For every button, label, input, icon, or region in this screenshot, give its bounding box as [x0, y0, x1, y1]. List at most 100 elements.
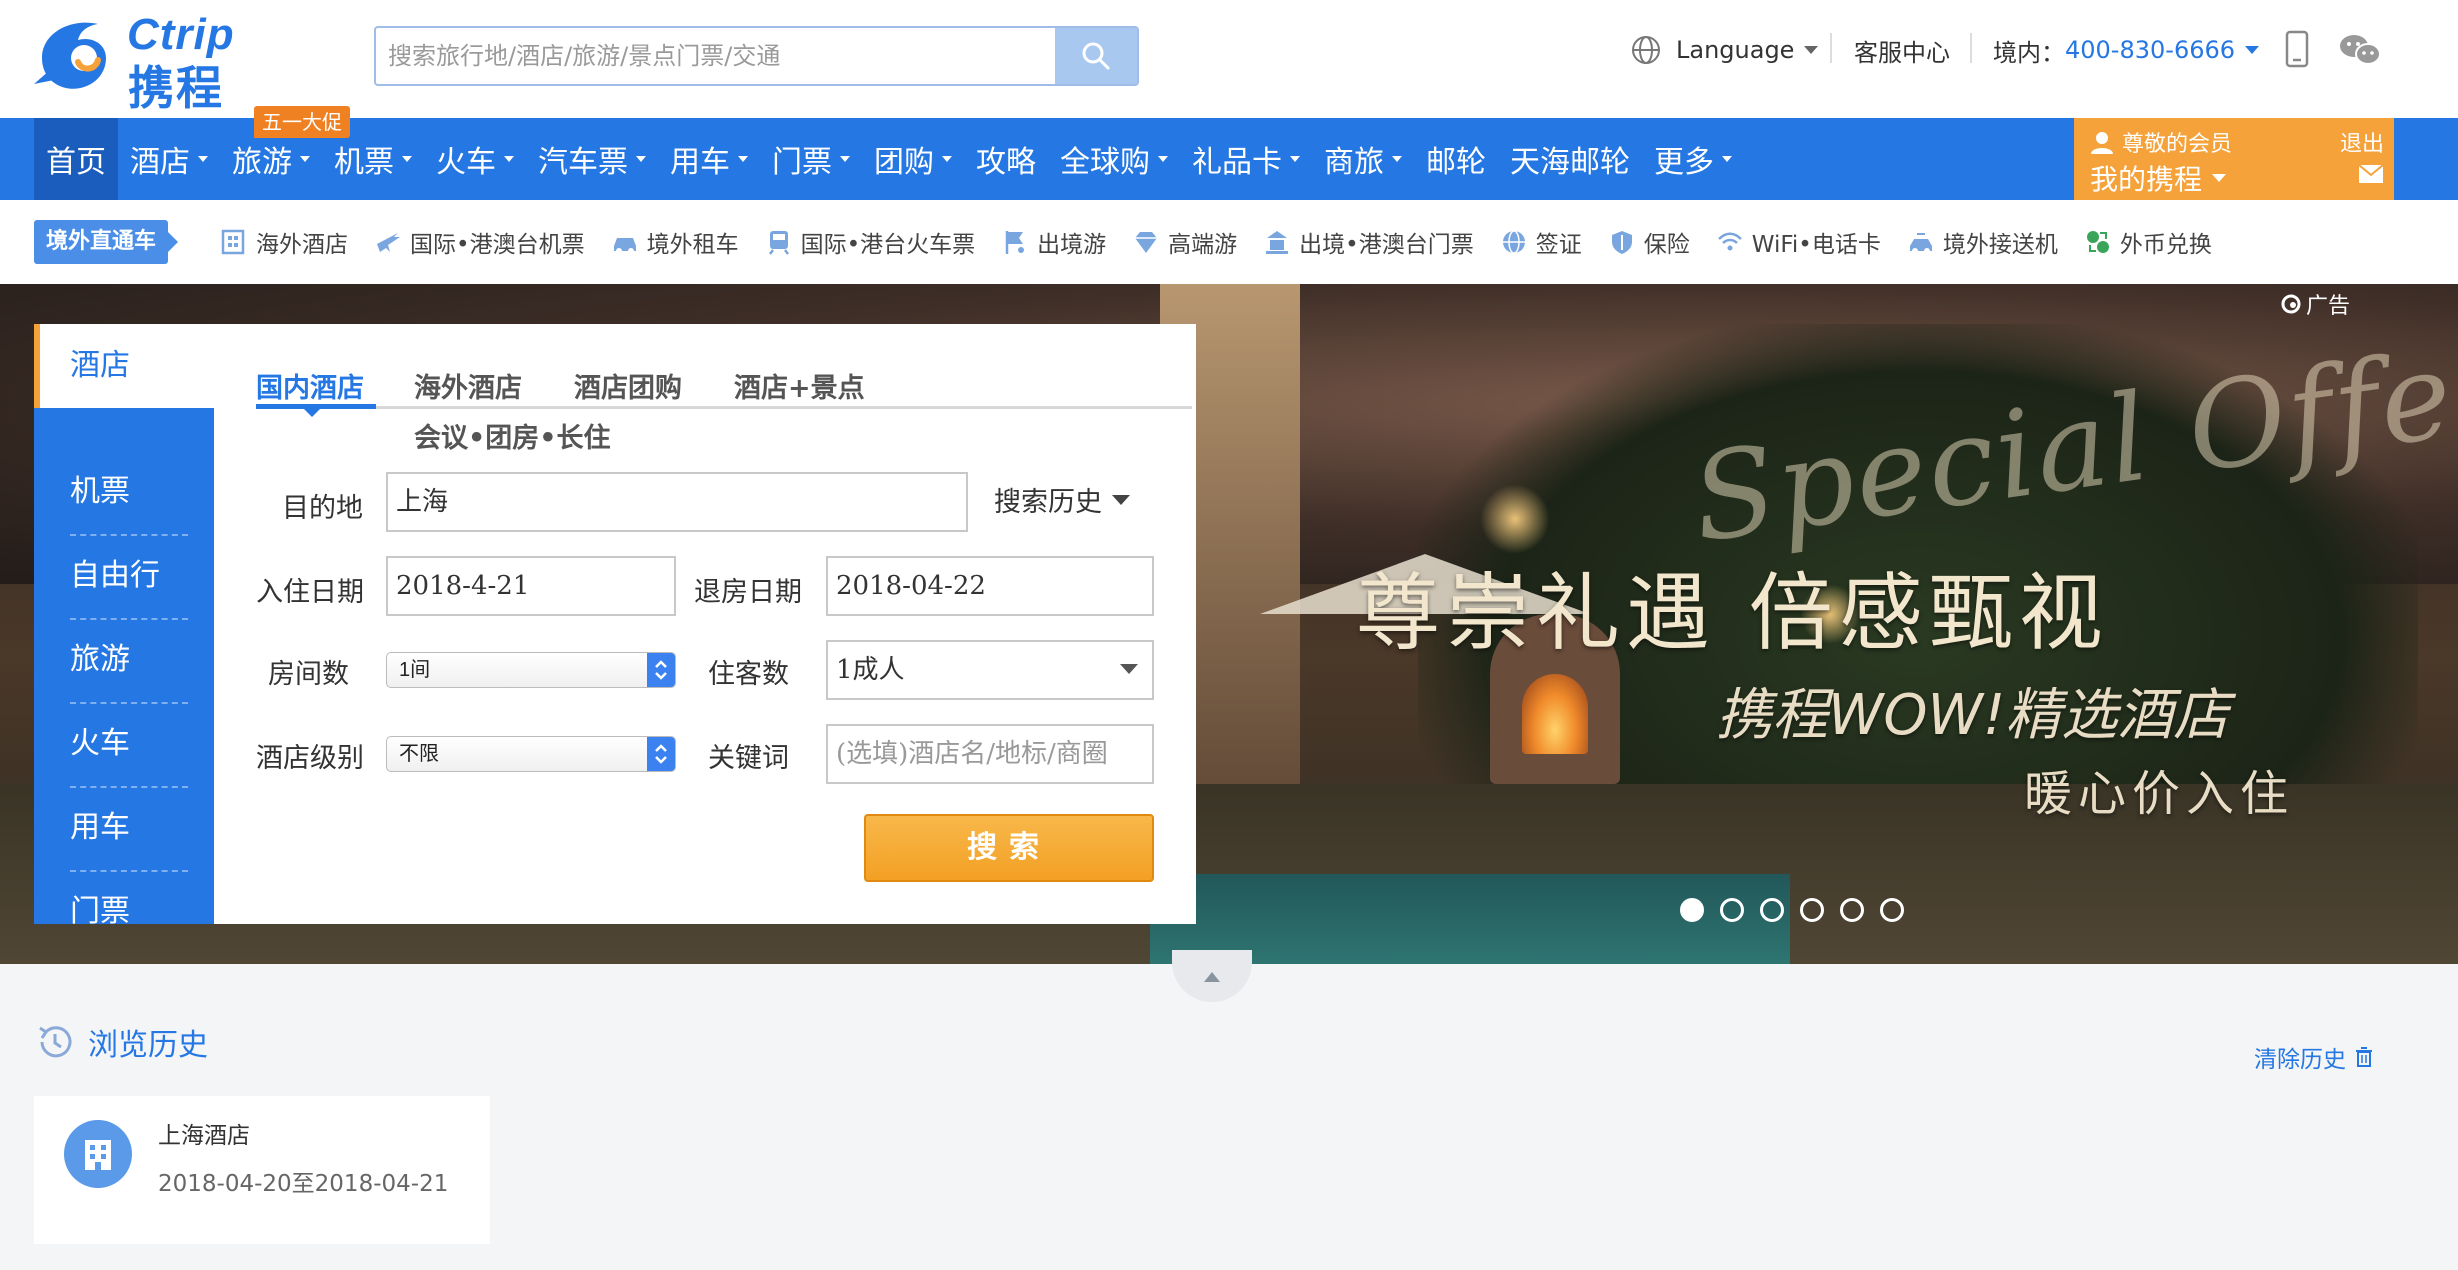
overseas-link-2[interactable]: 境外租车	[611, 225, 739, 259]
customer-service-label: 客服中心	[1854, 38, 1950, 67]
ad-mark-icon	[2281, 294, 2301, 314]
nav-item-6[interactable]: 用车	[658, 118, 760, 200]
search-input[interactable]	[376, 28, 1056, 84]
overseas-link-10[interactable]: 境外接送机	[1907, 225, 2058, 259]
search-button[interactable]	[1055, 28, 1137, 84]
nav-item-1[interactable]: 酒店	[118, 118, 220, 200]
tab-meeting-group-longstay[interactable]: 会议•团房•长住	[414, 416, 611, 455]
overseas-link-label: 外币兑换	[2119, 232, 2212, 258]
clear-history-button[interactable]: 清除历史	[2254, 1040, 2374, 1074]
overseas-link-3[interactable]: 国际•港台火车票	[765, 225, 975, 259]
ctrip-logo[interactable]: Ctrip 携程	[32, 10, 272, 115]
sidebar-item-2[interactable]: 自由行	[34, 534, 214, 618]
hotline[interactable]: 境内： 400-830-6666	[1993, 30, 2260, 70]
rooms-value: 1间	[399, 659, 431, 681]
guests-select[interactable]: 1成人	[826, 640, 1154, 700]
chevron-down-icon	[738, 156, 748, 162]
slide-dot[interactable]	[1680, 898, 1704, 922]
tab-hotel-groupbuy[interactable]: 酒店团购	[574, 366, 682, 405]
overseas-link-label: 境外接送机	[1942, 232, 2058, 258]
customer-service-link[interactable]: 客服中心	[1854, 30, 1950, 70]
overseas-link-label: 签证	[1535, 232, 1582, 258]
overseas-link-label: 保险	[1643, 232, 1690, 258]
message-button[interactable]	[2358, 164, 2384, 188]
overseas-link-5[interactable]: 高端游	[1132, 225, 1237, 259]
nav-item-label: 更多	[1654, 145, 1714, 180]
my-ctrip-menu[interactable]: 我的携程	[2090, 158, 2227, 198]
member-name[interactable]: 尊敬的会员	[2090, 126, 2232, 158]
slide-dot[interactable]	[1880, 898, 1904, 922]
mobile-app-link[interactable]	[2284, 30, 2310, 72]
overseas-link-7[interactable]: 签证	[1500, 225, 1582, 259]
nav-item-0[interactable]: 首页	[34, 118, 118, 200]
product-sidebar: 酒店 机票 自由行 旅游 火车 用车 门票	[34, 324, 214, 929]
overseas-link-9[interactable]: WiFi•电话卡	[1716, 225, 1881, 259]
tab-hotel-plus-attraction[interactable]: 酒店+景点	[734, 366, 865, 405]
tab-overseas-hotel[interactable]: 海外酒店	[414, 366, 522, 405]
chevron-down-icon	[1158, 156, 1168, 162]
chevron-down-icon	[1120, 664, 1138, 674]
phone-label: 境内：	[1993, 38, 2065, 67]
sidebar-item-0[interactable]: 酒店	[34, 324, 214, 408]
nav-item-4[interactable]: 火车	[424, 118, 526, 200]
nav-item-label: 邮轮	[1426, 145, 1486, 180]
nav-item-8[interactable]: 团购	[862, 118, 964, 200]
collapse-banner-toggle[interactable]	[1172, 950, 1252, 1002]
sidebar-item-6[interactable]: 门票	[34, 870, 214, 954]
tab-domestic-hotel[interactable]: 国内酒店	[256, 366, 364, 405]
overseas-link-1[interactable]: 国际•港澳台机票	[374, 225, 585, 259]
sidebar-item-3[interactable]: 旅游	[34, 618, 214, 702]
ticket-icon	[1266, 231, 1289, 254]
exchange-icon	[2086, 231, 2109, 253]
chevron-down-icon	[1392, 156, 1402, 162]
nav-item-9[interactable]: 攻略	[964, 118, 1048, 200]
plane-icon	[377, 233, 400, 252]
nav-item-12[interactable]: 商旅	[1312, 118, 1414, 200]
language-label: Language	[1676, 36, 1795, 64]
nav-item-14[interactable]: 天海邮轮	[1498, 118, 1642, 200]
sidebar-item-4[interactable]: 火车	[34, 702, 214, 786]
sidebar-item-1[interactable]: 机票	[34, 450, 214, 534]
car-icon	[613, 238, 636, 254]
slide-dot[interactable]	[1720, 898, 1744, 922]
history-item[interactable]: 上海酒店 2018-04-20至2018-04-21	[34, 1096, 490, 1244]
destination-label: 目的地	[282, 493, 363, 524]
nav-item-label: 全球购	[1060, 145, 1150, 180]
nav-item-label: 团购	[874, 145, 934, 180]
nav-item-10[interactable]: 全球购	[1048, 118, 1180, 200]
slide-dot[interactable]	[1840, 898, 1864, 922]
nav-item-label: 礼品卡	[1192, 145, 1282, 180]
chevron-down-icon	[840, 156, 850, 162]
slide-dot[interactable]	[1800, 898, 1824, 922]
nav-item-5[interactable]: 汽车票	[526, 118, 658, 200]
hotel-level-select[interactable]: 不限	[386, 736, 676, 772]
keyword-input[interactable]: (选填)酒店名/地标/商圈	[826, 724, 1154, 784]
nav-item-label: 火车	[436, 145, 496, 180]
destination-input[interactable]: 上海	[386, 472, 968, 532]
overseas-link-11[interactable]: 外币兑换	[2084, 225, 2212, 259]
overseas-link-0[interactable]: 海外酒店	[220, 225, 348, 259]
overseas-link-8[interactable]: 保险	[1608, 225, 1690, 259]
search-history-dropdown[interactable]: 搜索历史	[994, 480, 1130, 519]
nav-item-11[interactable]: 礼品卡	[1180, 118, 1312, 200]
nav-item-7[interactable]: 门票	[760, 118, 862, 200]
overseas-link-6[interactable]: 出境•港澳台门票	[1263, 225, 1474, 259]
checkout-date-input[interactable]: 2018-04-22	[826, 556, 1154, 616]
logout-link[interactable]: 退出	[2340, 126, 2384, 158]
header: Ctrip 携程 Language 客服中心 境内： 400-830-6666	[0, 0, 2458, 118]
nav-item-label: 酒店	[130, 145, 190, 180]
language-selector[interactable]: Language	[1630, 30, 1819, 70]
checkin-label: 入住日期	[256, 577, 364, 608]
slide-dot[interactable]	[1760, 898, 1784, 922]
checkin-date-input[interactable]: 2018-4-21	[386, 556, 676, 616]
sidebar-item-5[interactable]: 用车	[34, 786, 214, 870]
hotel-search-button[interactable]: 搜索	[864, 814, 1154, 882]
chevron-down-icon	[1112, 494, 1130, 505]
nav-item-15[interactable]: 更多	[1642, 118, 1744, 200]
nav-item-13[interactable]: 邮轮	[1414, 118, 1498, 200]
globe-icon	[1632, 36, 1660, 64]
wechat-link[interactable]	[2338, 32, 2382, 72]
rooms-select[interactable]: 1间	[386, 652, 676, 688]
banner-fire	[1522, 674, 1588, 754]
overseas-link-4[interactable]: 出境游	[1001, 225, 1106, 259]
